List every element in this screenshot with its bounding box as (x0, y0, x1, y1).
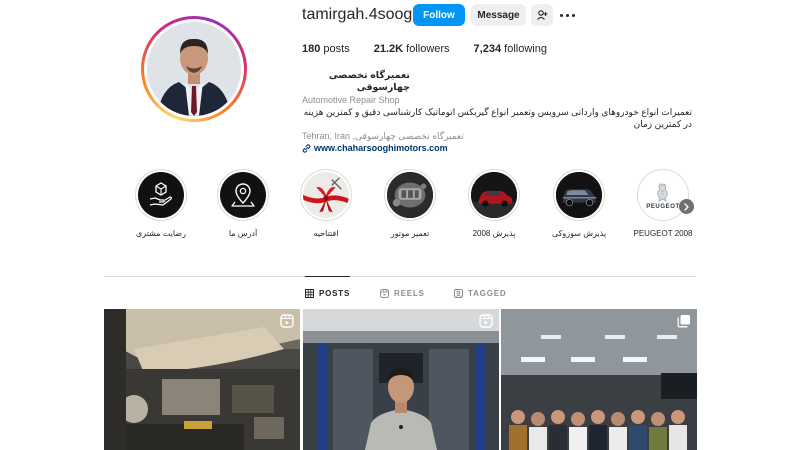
bio-link[interactable]: www.chaharsooghimotors.com (302, 142, 692, 154)
following-label: following (504, 43, 547, 55)
highlight-label: رضایت مشتری (136, 229, 186, 238)
link-icon (302, 143, 311, 153)
hand-box-icon (138, 172, 184, 218)
peugeot-logo-icon: PEUGEOT (640, 172, 686, 218)
highlight-engine-repair[interactable]: تعمیر موتور (378, 169, 442, 238)
post-thumbnail[interactable] (104, 309, 300, 450)
highlight-admission-2008[interactable]: پذیرش 2008 (462, 169, 526, 238)
post-thumbnail[interactable] (501, 309, 697, 450)
highlight-opening[interactable]: افتتاحیه (294, 169, 358, 238)
followers-label: followers (406, 43, 450, 55)
avatar-photo (147, 22, 241, 116)
tab-label: REELS (394, 288, 425, 298)
add-user-icon (536, 10, 547, 20)
suv-car-icon (556, 172, 602, 218)
avatar (147, 22, 241, 116)
highlights-next-button[interactable] (679, 199, 694, 214)
highlight-ring: PEUGEOT (637, 169, 689, 221)
highlight-ring (553, 169, 605, 221)
lion-icon (657, 182, 668, 202)
bio-name: تعمیرگاه تخصصی چهارسوقی (328, 70, 410, 93)
bio-category: Automotive Repair Shop (302, 95, 400, 105)
highlight-ring (300, 169, 352, 221)
posts-count: 180 (302, 43, 321, 55)
highlight-our-address[interactable]: آدرس ما (211, 169, 275, 238)
reels-icon (380, 288, 389, 298)
highlight-ring (468, 169, 520, 221)
post-image-car-engine (104, 309, 300, 450)
tab-posts[interactable]: POSTS (305, 276, 351, 305)
posts-stat[interactable]: 180 posts (302, 43, 350, 55)
highlight-label: افتتاحیه (313, 229, 339, 238)
follow-button[interactable]: Follow (413, 4, 465, 26)
engine-icon (387, 172, 433, 218)
more-options-icon[interactable] (560, 8, 576, 22)
post-image-team-photo (501, 309, 697, 450)
bio-location: Tehran, Iran ,تعمیرگاه تخصصی چهارسوقی (302, 131, 464, 141)
highlight-customer-satisfaction[interactable]: رضایت مشتری (129, 169, 193, 238)
highlight-label: پذیرش 2008 (472, 229, 516, 238)
highlight-label: پذیرش سوزوکی (551, 229, 607, 238)
tagged-icon (454, 288, 463, 298)
post-thumbnail[interactable] (303, 309, 499, 450)
highlight-ring (384, 169, 436, 221)
tab-label: POSTS (319, 288, 351, 298)
posts-label: posts (323, 43, 350, 55)
carousel-badge-icon (677, 315, 690, 328)
highlight-label: PEUGEOT 2008 (633, 229, 693, 238)
chevron-right-icon (684, 202, 689, 211)
ribbon-icon (303, 172, 349, 218)
following-stat[interactable]: 7,234 following (474, 43, 547, 55)
profile-bio: تعمیرگاه تخصصی چهارسوقی Automotive Repai… (302, 70, 692, 154)
avatar-frame (144, 19, 244, 119)
tab-reels[interactable]: REELS (380, 281, 425, 305)
bio-description: تعمیرات انواع خودروهای وارداتی سرویس وتع… (303, 107, 692, 129)
following-count: 7,234 (473, 43, 502, 55)
highlight-label: تعمیر موتور (390, 229, 430, 238)
post-image-man-in-workshop (303, 309, 499, 450)
tab-tagged[interactable]: TAGGED (454, 281, 506, 305)
reel-badge-icon (280, 314, 294, 328)
followers-count: 21.2K (373, 43, 404, 55)
highlight-label: آدرس ما (228, 229, 258, 238)
peugeot-logo-text: PEUGEOT (646, 203, 680, 210)
tab-label: TAGGED (468, 288, 507, 298)
followers-stat[interactable]: 21.2K followers (374, 43, 450, 55)
red-car-icon (471, 172, 517, 218)
tabs-divider (104, 276, 696, 277)
reel-badge-icon (479, 314, 493, 328)
highlight-admission-suzuki[interactable]: پذیرش سوزوکی (547, 169, 611, 238)
highlight-ring (135, 169, 187, 221)
suggested-users-button[interactable] (531, 4, 553, 26)
profile-avatar-ring[interactable] (141, 16, 247, 122)
message-button[interactable]: Message (471, 4, 526, 26)
profile-stats: 180 posts 21.2K followers 7,234 followin… (302, 43, 571, 55)
location-pin-icon (220, 172, 266, 218)
bio-link-text: www.chaharsooghimotors.com (314, 143, 448, 153)
highlight-ring (217, 169, 269, 221)
grid-icon (305, 288, 314, 298)
profile-username: tamirgah.4sooghi (302, 6, 425, 23)
